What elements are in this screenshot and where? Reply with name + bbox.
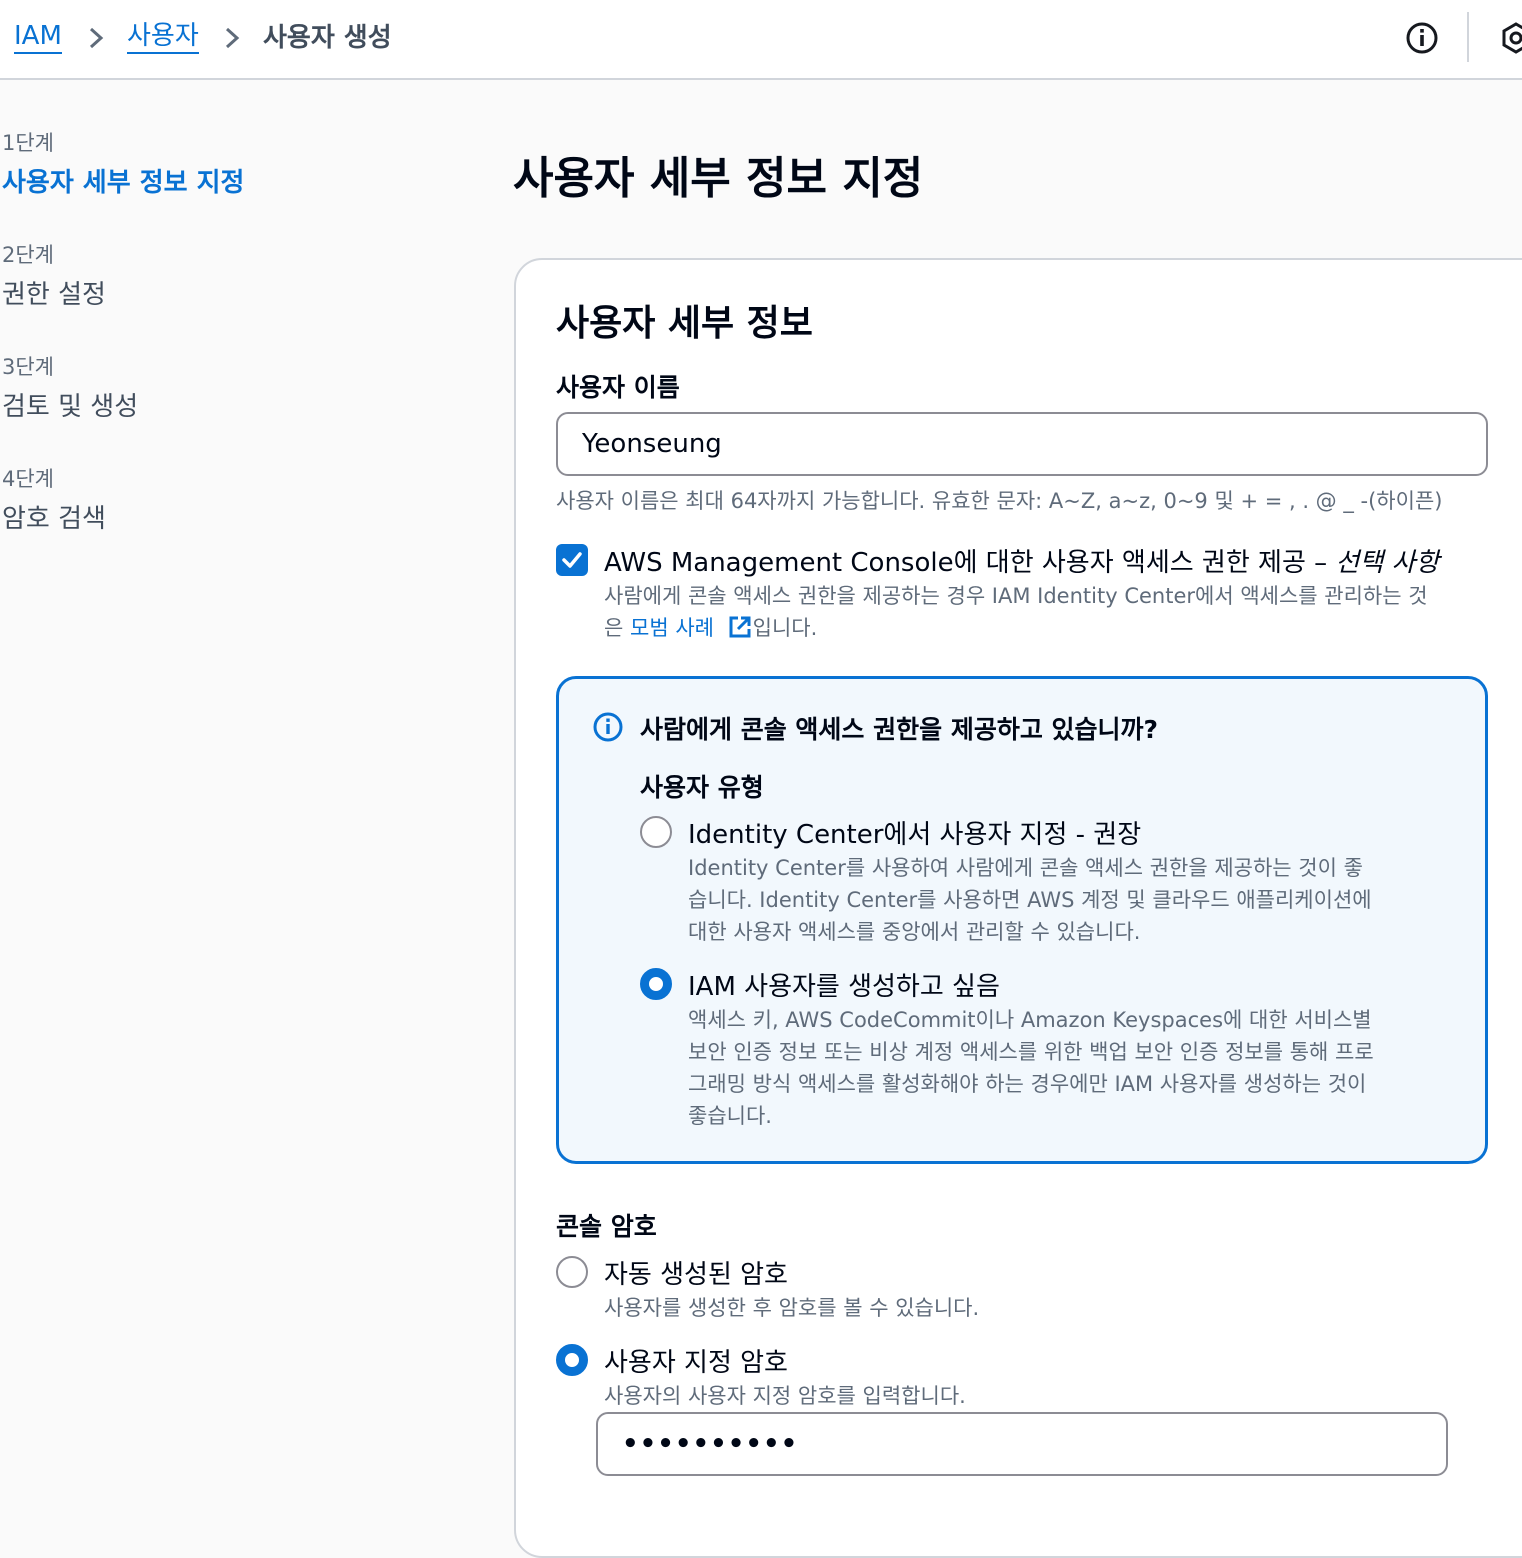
console-access-desc-suffix: 입니다. — [752, 616, 818, 640]
auto-generated-password-label[interactable]: 자동 생성된 암호 — [604, 1254, 788, 1291]
iam-user-desc-line: 그래밍 방식 액세스를 활성화해야 하는 경우에만 IAM 사용자를 생성하는 … — [688, 1072, 1367, 1096]
console-access-optional: 선택 사항 — [1335, 548, 1440, 578]
info-icon[interactable] — [1405, 21, 1439, 55]
alert-title: 사람에게 콘솔 액세스 권한을 제공하고 있습니까? — [640, 715, 1159, 744]
custom-password-desc: 사용자의 사용자 지정 암호를 입력합니다. — [604, 1384, 966, 1408]
iam-user-radio[interactable] — [640, 968, 672, 1000]
page-title: 사용자 세부 정보 지정 — [513, 153, 924, 204]
top-breadcrumb-bar: IAM 사용자 사용자 생성 — [0, 0, 1522, 80]
auto-generated-password-desc: 사용자를 생성한 후 암호를 볼 수 있습니다. — [604, 1296, 980, 1320]
console-password-label: 콘솔 암호 — [556, 1212, 657, 1241]
best-practices-link[interactable]: 모범 사례 — [630, 616, 714, 640]
console-access-description: 사람에게 콘솔 액세스 권한을 제공하는 경우 IAM Identity Cen… — [604, 580, 1494, 644]
card-title: 사용자 세부 정보 — [556, 303, 813, 344]
step-3-number: 3단계 — [2, 355, 55, 379]
step-2-label: 권한 설정 — [2, 280, 106, 310]
identity-center-desc-line: 대한 사용자 액세스를 중앙에서 관리할 수 있습니다. — [688, 920, 1141, 944]
username-input[interactable]: Yeonseung — [556, 412, 1488, 476]
step-1-number: 1단계 — [2, 131, 55, 155]
external-link-icon[interactable] — [727, 614, 753, 640]
identity-center-label[interactable]: Identity Center에서 사용자 지정 - 권장 — [688, 814, 1141, 851]
iam-user-description: 액세스 키, AWS CodeCommit이나 Amazon Keyspaces… — [688, 1004, 1448, 1132]
identity-center-radio[interactable] — [640, 816, 672, 848]
chevron-right-icon — [225, 27, 240, 49]
iam-user-desc-line: 좋습니다. — [688, 1104, 772, 1128]
username-label: 사용자 이름 — [556, 373, 680, 402]
custom-password-radio[interactable] — [556, 1344, 588, 1376]
custom-password-value: •••••••••• — [622, 1429, 799, 1459]
settings-icon[interactable] — [1500, 22, 1522, 54]
console-access-desc-line1: 사람에게 콘솔 액세스 권한을 제공하는 경우 IAM Identity Cen… — [604, 584, 1428, 608]
iam-user-desc-line: 액세스 키, AWS CodeCommit이나 Amazon Keyspaces… — [688, 1008, 1372, 1032]
breadcrumb-iam-link[interactable]: IAM — [14, 20, 62, 54]
identity-center-desc-line: Identity Center를 사용하여 사람에게 콘솔 액세스 권한을 제공… — [688, 856, 1363, 880]
step-1-label: 사용자 세부 정보 지정 — [2, 168, 245, 198]
console-access-label-main: AWS Management Console에 대한 사용자 액세스 권한 제공… — [604, 548, 1336, 578]
identity-center-desc-line: 습니다. Identity Center를 사용하면 AWS 계정 및 클라우드… — [688, 888, 1372, 912]
console-access-desc-prefix: 은 — [604, 616, 630, 640]
console-access-desc-line2: 은 모범 사례 입니다. — [604, 612, 1494, 644]
custom-password-input[interactable]: •••••••••• — [596, 1412, 1448, 1476]
step-4-number: 4단계 — [2, 467, 55, 491]
console-access-label[interactable]: AWS Management Console에 대한 사용자 액세스 권한 제공… — [604, 542, 1439, 579]
username-hint: 사용자 이름은 최대 64자까지 가능합니다. 유효한 문자: A~Z, a~z… — [556, 489, 1443, 513]
auto-generated-password-radio[interactable] — [556, 1256, 588, 1288]
identity-center-description: Identity Center를 사용하여 사람에게 콘솔 액세스 권한을 제공… — [688, 852, 1448, 948]
iam-user-desc-line: 보안 인증 정보 또는 비상 계정 액세스를 위한 백업 보안 인증 정보를 통… — [688, 1040, 1374, 1064]
console-access-checkbox[interactable] — [556, 544, 588, 576]
username-value: Yeonseung — [582, 429, 722, 459]
step-4-label: 암호 검색 — [2, 504, 106, 534]
info-icon — [593, 712, 623, 742]
iam-user-label[interactable]: IAM 사용자를 생성하고 싶음 — [688, 966, 1000, 1003]
custom-password-label[interactable]: 사용자 지정 암호 — [604, 1342, 788, 1379]
check-icon — [562, 552, 582, 568]
step-2-number: 2단계 — [2, 243, 55, 267]
step-3-label: 검토 및 생성 — [2, 392, 139, 422]
breadcrumb-current: 사용자 생성 — [263, 23, 392, 53]
user-type-label: 사용자 유형 — [640, 773, 764, 802]
chevron-right-icon — [89, 27, 104, 49]
breadcrumb-users-link[interactable]: 사용자 — [127, 20, 199, 54]
topbar-divider — [1467, 12, 1469, 62]
